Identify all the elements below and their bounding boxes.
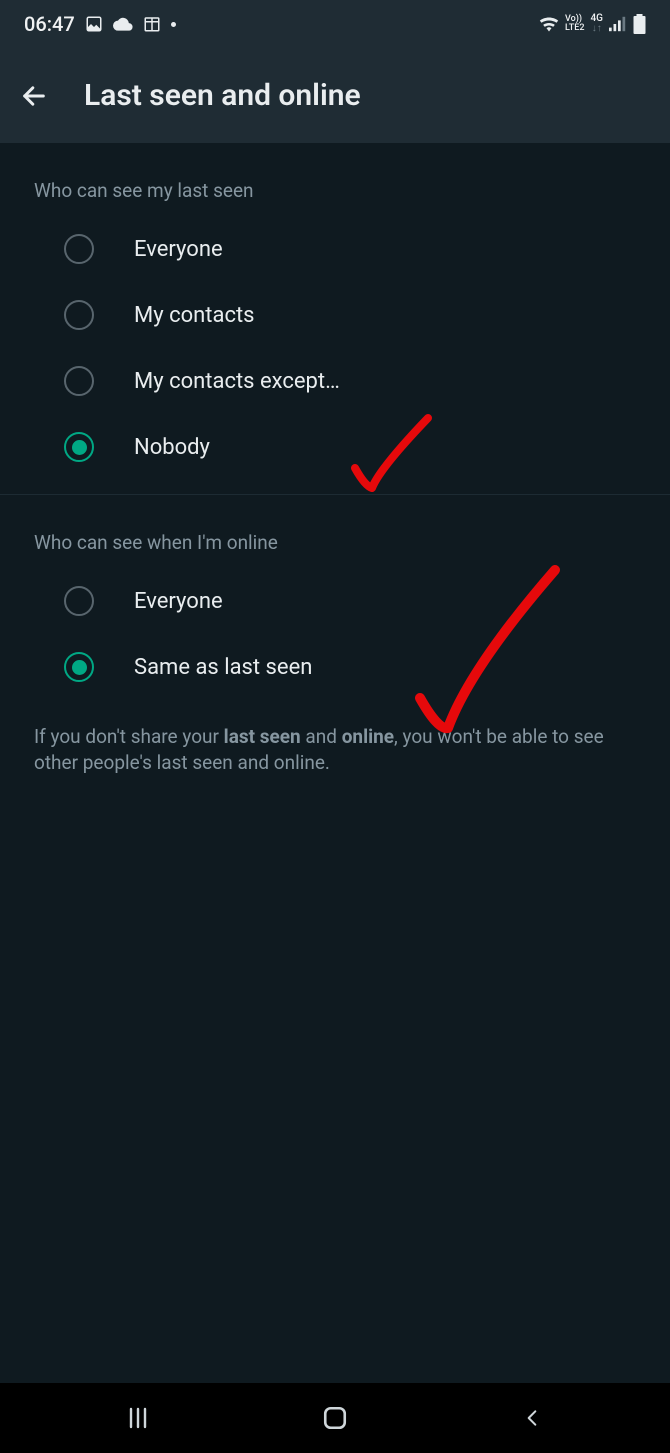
content: Who can see my last seen Everyone My con… — [0, 143, 670, 799]
calendar-icon — [143, 15, 161, 33]
back-button[interactable] — [18, 80, 50, 112]
home-icon — [322, 1405, 348, 1431]
option-my-contacts-except[interactable]: My contacts except… — [0, 348, 670, 414]
nav-back-button[interactable] — [502, 1398, 562, 1438]
dot-icon — [171, 22, 176, 27]
nav-recents-button[interactable] — [108, 1398, 168, 1438]
section-last-seen-header: Who can see my last seen — [0, 143, 670, 216]
recents-icon — [125, 1406, 151, 1430]
status-left: 06:47 — [24, 12, 176, 36]
data-indicator: 4G↓↑ — [591, 14, 604, 34]
image-icon — [85, 15, 103, 33]
option-label: My contacts — [134, 303, 255, 328]
status-time: 06:47 — [24, 12, 75, 36]
radio-icon — [64, 234, 94, 264]
signal-icon — [609, 16, 627, 32]
app-bar: Last seen and online — [0, 48, 670, 143]
cloud-icon — [113, 17, 133, 31]
radio-selected-icon — [64, 652, 94, 682]
status-bar: 06:47 Vo))LTE2 4G↓↑ — [0, 0, 670, 48]
status-right: Vo))LTE2 4G↓↑ — [539, 14, 646, 34]
option-everyone-online[interactable]: Everyone — [0, 568, 670, 634]
section-online-header: Who can see when I'm online — [0, 495, 670, 568]
battery-icon — [633, 14, 646, 34]
radio-icon — [64, 366, 94, 396]
help-text: If you don't share your last seen and on… — [0, 700, 670, 799]
navigation-bar — [0, 1383, 670, 1453]
option-label: Everyone — [134, 589, 223, 614]
page-title: Last seen and online — [84, 78, 361, 113]
radio-icon — [64, 586, 94, 616]
volte-indicator: Vo))LTE2 — [565, 15, 584, 33]
option-label: My contacts except… — [134, 369, 340, 394]
option-label: Nobody — [134, 435, 210, 460]
option-nobody[interactable]: Nobody — [0, 414, 670, 480]
radio-icon — [64, 300, 94, 330]
option-everyone-lastseen[interactable]: Everyone — [0, 216, 670, 282]
radio-selected-icon — [64, 432, 94, 462]
option-label: Everyone — [134, 237, 223, 262]
chevron-left-icon — [522, 1405, 542, 1431]
nav-home-button[interactable] — [305, 1398, 365, 1438]
option-my-contacts[interactable]: My contacts — [0, 282, 670, 348]
option-same-as-lastseen[interactable]: Same as last seen — [0, 634, 670, 700]
wifi-icon — [539, 16, 559, 32]
arrow-left-icon — [20, 82, 48, 110]
option-label: Same as last seen — [134, 655, 312, 680]
